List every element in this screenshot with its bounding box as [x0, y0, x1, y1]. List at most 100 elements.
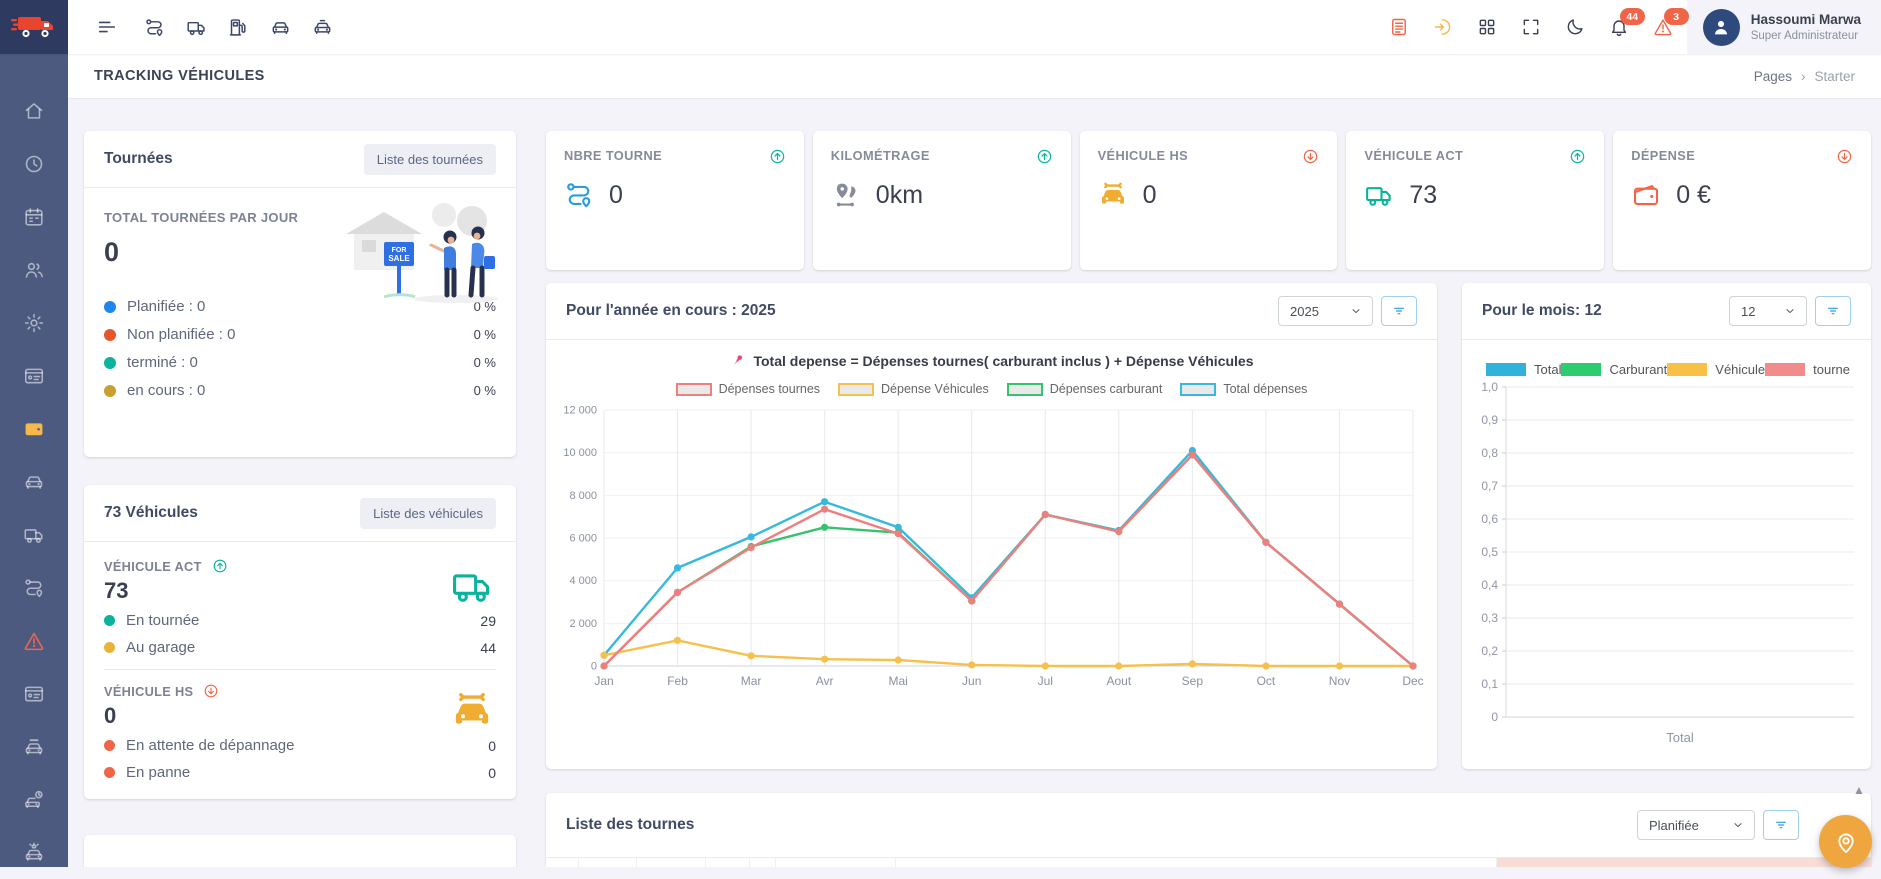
login-button[interactable] [1433, 17, 1453, 37]
sidebar-item-car-siren[interactable] [0, 826, 68, 879]
content-area: Tournées Liste des tournées TOTAL TOURNÉ… [68, 99, 1881, 867]
vehicle-status-row: En tournée 29 [104, 612, 496, 629]
legend-dot [104, 357, 116, 369]
legend-label: Dépenses tournes [719, 382, 820, 396]
year-chart-legend: Dépenses tournes Dépense Véhicules Dépense… [546, 382, 1437, 396]
svg-text:Dec: Dec [1402, 674, 1423, 688]
legend-item[interactable]: Total [1486, 362, 1561, 377]
legend-label: Dépenses carburant [1050, 382, 1163, 396]
status-select[interactable]: Planifiée [1637, 810, 1755, 840]
legend-label: Dépense Véhicules [881, 382, 989, 396]
sidebar-item-car-luggage[interactable] [0, 720, 68, 773]
map-fab-button[interactable] [1819, 815, 1872, 868]
list-tournees-button[interactable]: Liste des tournées [364, 144, 496, 175]
wallet-outline-icon [1631, 180, 1661, 210]
kpi-value: 0km [876, 181, 923, 210]
sidebar-item-alert-triangle[interactable] [0, 614, 68, 667]
status-label: En attente de dépannage [126, 737, 295, 754]
legend-swatch [1486, 363, 1526, 376]
kpi-card-1: KILOMÉTRAGE 0km [813, 131, 1071, 270]
apps-button[interactable] [1477, 17, 1497, 37]
kpi-label: KILOMÉTRAGE [831, 148, 930, 163]
moon-button[interactable] [1565, 17, 1585, 37]
year-filter-button[interactable] [1381, 296, 1417, 326]
year-chart-card: Pour l'année en cours : 2025 2025 [546, 283, 1437, 769]
legend-item[interactable]: Dépense Véhicules [838, 382, 989, 396]
taxi-icon[interactable] [312, 17, 333, 38]
list-vehicles-button[interactable]: Liste des véhicules [360, 498, 496, 529]
year-chart-title: Pour l'année en cours : 2025 [566, 302, 776, 320]
invoice-button[interactable] [1389, 17, 1409, 37]
legend-item[interactable]: Total dépenses [1180, 382, 1307, 396]
svg-text:6 000: 6 000 [569, 533, 597, 545]
legend-item[interactable]: tourne [1765, 362, 1850, 377]
status-label: En tournée [126, 612, 199, 629]
trend-up-icon [212, 558, 228, 574]
legend-item[interactable]: Véhicule [1667, 362, 1765, 377]
legend-swatch [1667, 363, 1707, 376]
svg-text:1,0: 1,0 [1481, 380, 1498, 394]
legend-item[interactable]: Dépenses tournes [676, 382, 820, 396]
month-filter-button[interactable] [1815, 296, 1851, 326]
sidebar-item-truck[interactable] [0, 508, 68, 561]
vehicles-section-0: VÉHICULE ACT73En tournée29Au garage44 [104, 558, 496, 656]
sidebar-item-id-card[interactable] [0, 349, 68, 402]
month-select[interactable]: 12 [1729, 296, 1807, 326]
breadcrumb-current: Starter [1814, 69, 1855, 84]
scroll-top-arrow[interactable]: ▲ [1853, 783, 1865, 797]
alert-triangle-button[interactable]: 3 [1653, 17, 1673, 37]
section-label: VÉHICULE HS [104, 684, 193, 699]
kpi-row: NBRE TOURNE0KILOMÉTRAGE0kmVÉHICULE HS0VÉ… [546, 131, 1871, 270]
navbar-menu-icons [144, 17, 333, 38]
svg-text:Jul: Jul [1038, 674, 1053, 688]
user-role: Super Administrateur [1751, 30, 1861, 42]
status-select-value: Planifiée [1649, 818, 1699, 833]
svg-text:0: 0 [1491, 710, 1498, 724]
svg-text:0,3: 0,3 [1481, 611, 1498, 625]
kpi-label: DÉPENSE [1631, 148, 1695, 163]
fullscreen-button[interactable] [1521, 17, 1541, 37]
sidebar-item-route[interactable] [0, 561, 68, 614]
sidebar-item-users[interactable] [0, 243, 68, 296]
section-label: VÉHICULE ACT [104, 559, 202, 574]
status-count: 29 [480, 613, 496, 629]
month-expenses-bar-chart: 00,10,20,30,40,50,60,70,80,91,0Total [1470, 379, 1864, 751]
svg-text:Total: Total [1666, 730, 1694, 745]
truck-icon[interactable] [186, 17, 207, 38]
sidebar-item-clock[interactable] [0, 137, 68, 190]
user-menu[interactable]: Hassoumi Marwa Super Administrateur [1687, 0, 1881, 54]
svg-text:Feb: Feb [667, 674, 688, 688]
legend-item[interactable]: Carburant [1561, 362, 1667, 377]
fuel-icon[interactable] [228, 17, 249, 38]
svg-text:4 000: 4 000 [569, 575, 597, 587]
legend-label: Non planifiée : 0 [127, 326, 235, 343]
bell-button[interactable]: 44 [1609, 17, 1629, 37]
tournees-legend-item: Non planifiée : 00 % [104, 326, 496, 343]
svg-text:0,9: 0,9 [1481, 413, 1498, 427]
car-icon[interactable] [270, 17, 291, 38]
year-select[interactable]: 2025 [1278, 296, 1373, 326]
breadcrumb-parent[interactable]: Pages [1754, 69, 1792, 84]
section-value: 73 [104, 578, 496, 604]
svg-text:0,2: 0,2 [1481, 644, 1498, 658]
legend-dot [104, 385, 116, 397]
sidebar-item-home[interactable] [0, 84, 68, 137]
chevron-down-icon [1349, 304, 1363, 318]
sidebar-item-car[interactable] [0, 455, 68, 508]
status-count: 44 [480, 640, 496, 656]
legend-swatch [1180, 383, 1216, 396]
sidebar-item-calendar[interactable] [0, 190, 68, 243]
legend-item[interactable]: Dépenses carburant [1007, 382, 1163, 396]
kpi-value: 0 [609, 181, 623, 210]
sidebar-item-id-card[interactable] [0, 667, 68, 720]
app-logo[interactable] [0, 0, 68, 54]
sidebar-item-gear[interactable] [0, 296, 68, 349]
status-count: 0 [488, 738, 496, 754]
sidebar-item-car-clock[interactable] [0, 773, 68, 826]
svg-text:SALE: SALE [388, 254, 410, 263]
sidebar-item-wallet[interactable] [0, 402, 68, 455]
svg-text:0,6: 0,6 [1481, 512, 1498, 526]
tournes-filter-button[interactable] [1763, 810, 1799, 840]
route-icon[interactable] [144, 17, 165, 38]
hamburger-menu-button[interactable] [96, 16, 118, 38]
